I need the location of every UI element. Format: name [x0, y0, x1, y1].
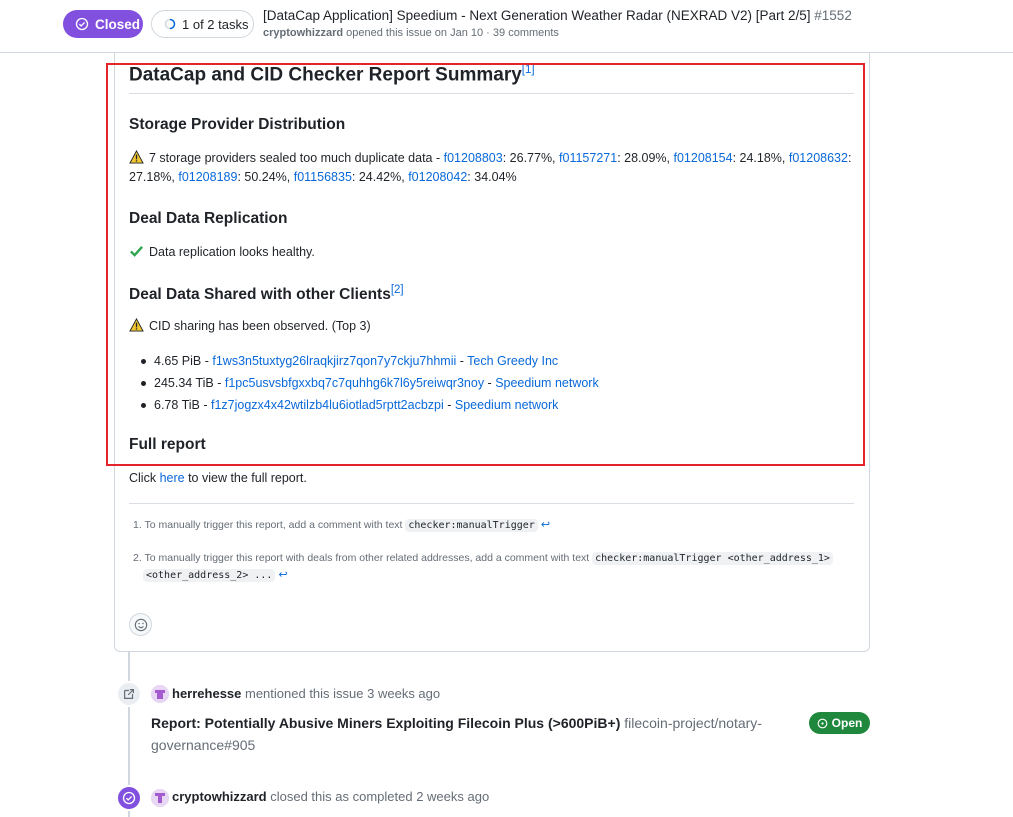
check-circle-icon	[122, 791, 136, 805]
shared-clients-heading: Deal Data Shared with other Clients[2]	[129, 284, 404, 304]
issue-title: [DataCap Application] Speedium - Next Ge…	[263, 8, 852, 23]
client-name-link[interactable]: Speedium network	[495, 376, 599, 390]
full-report-paragraph: Click here to view the full report.	[129, 469, 854, 488]
footnote-number: 1.	[133, 519, 142, 531]
progress-icon	[164, 18, 176, 30]
full-report-link[interactable]: here	[160, 471, 185, 485]
referenced-issue[interactable]: Report: Potentially Abusive Miners Explo…	[151, 712, 791, 756]
sp-warning-paragraph: 7 storage providers sealed too much dupl…	[129, 149, 854, 187]
footnote-backref[interactable]: ↩	[278, 569, 287, 581]
closed-text: closed this as completed 2 weeks ago	[266, 789, 490, 804]
replication-paragraph: Data replication looks healthy.	[129, 243, 854, 262]
provider-pct: : 34.04%	[467, 170, 517, 184]
mention-event-text: herrehesse mentioned this issue 3 weeks …	[172, 686, 440, 701]
client-name-link[interactable]: Tech Greedy Inc	[467, 354, 558, 368]
check-icon	[130, 246, 143, 257]
provider-link[interactable]: f01208189	[178, 170, 237, 184]
client-address-link[interactable]: f1pc5usvsbfgxxbq7c7quhhg6k7l6y5reiwqr3no…	[225, 376, 484, 390]
avatar[interactable]	[151, 685, 169, 703]
list-item: 6.78 TiB - f1z7jogzx4x42wtilzb4lu6iotlad…	[141, 394, 599, 416]
tasks-label: 1 of 2 tasks	[182, 16, 249, 32]
shared-clients-list: 4.65 PiB - f1ws3n5tuxtyg26lraqkjirz7qon7…	[141, 350, 599, 416]
mention-event-badge	[116, 681, 142, 707]
footnote-1: 1. To manually trigger this report, add …	[133, 517, 550, 534]
footnotes-divider	[129, 503, 854, 504]
avatar[interactable]	[151, 789, 169, 807]
footnote-backref[interactable]: ↩	[541, 519, 550, 531]
provider-pct: : 24.42%,	[351, 170, 409, 184]
replication-text: Data replication looks healthy.	[149, 245, 315, 259]
client-address-link[interactable]: f1z7jogzx4x42wtilzb4lu6iotlad5rptt2acbzp…	[211, 398, 444, 412]
warning-icon	[129, 150, 144, 164]
referenced-issue-title[interactable]: Report: Potentially Abusive Miners Explo…	[151, 715, 620, 731]
cross-reference-icon	[124, 689, 134, 699]
provider-pct: : 24.18%,	[732, 151, 789, 165]
open-issue-icon	[817, 718, 828, 728]
provider-link[interactable]: f01208154	[673, 151, 732, 165]
report-title-text: DataCap and CID Checker Report Summary	[129, 64, 522, 86]
open-state-badge: Open	[809, 712, 870, 734]
provider-link[interactable]: f01208042	[408, 170, 467, 184]
title-divider	[129, 93, 854, 94]
shared-size: 245.34 TiB -	[154, 376, 225, 390]
full-report-suffix: to view the full report.	[184, 471, 307, 485]
provider-link[interactable]: f01208632	[789, 151, 848, 165]
provider-link[interactable]: f01157271	[559, 151, 617, 165]
footnote-code: <other_address_2> ...	[143, 569, 276, 582]
issue-author[interactable]: cryptowhizzard	[263, 27, 343, 39]
provider-link[interactable]: f01208803	[444, 151, 503, 165]
shared-size: 4.65 PiB -	[154, 354, 213, 368]
smiley-icon	[134, 618, 147, 631]
closed-user[interactable]: cryptowhizzard	[172, 789, 267, 804]
footnote-text: To manually trigger this report with dea…	[144, 552, 593, 564]
sp-distribution-heading: Storage Provider Distribution	[129, 116, 346, 133]
provider-pct: 27.18%,	[129, 170, 179, 184]
separator: -	[484, 376, 496, 390]
list-item: 245.34 TiB - f1pc5usvsbfgxxbq7c7quhhg6k7…	[141, 372, 599, 394]
footnote-2: 2. To manually trigger this report with …	[133, 550, 853, 584]
state-label: Closed	[95, 16, 141, 32]
open-state-label: Open	[831, 716, 863, 730]
issue-meta: cryptowhizzard opened this issue on Jan …	[263, 27, 559, 39]
closed-event-text: cryptowhizzard closed this as completed …	[172, 789, 489, 804]
shared-warning-text: CID sharing has been observed. (Top 3)	[149, 319, 371, 333]
full-report-heading: Full report	[129, 436, 206, 453]
client-address-link[interactable]: f1ws3n5tuxtyg26lraqkjirz7qon7y7ckju7hhmi…	[212, 354, 456, 368]
report-title: DataCap and CID Checker Report Summary[1…	[129, 64, 535, 86]
warning-icon	[129, 318, 144, 332]
provider-link[interactable]: f01156835	[294, 170, 352, 184]
full-report-prefix: Click	[129, 471, 160, 485]
closed-event-badge	[116, 785, 142, 811]
add-reaction-button[interactable]	[129, 613, 152, 636]
replication-heading: Deal Data Replication	[129, 210, 288, 227]
sp-warning-text: 7 storage providers sealed too much dupl…	[149, 151, 444, 165]
footnote-text: To manually trigger this report, add a c…	[144, 519, 406, 531]
issue-number: #1552	[814, 8, 852, 23]
provider-pct: : 50.24%,	[237, 170, 294, 184]
sticky-issue-header: Closed 1 of 2 tasks [DataCap Application…	[0, 0, 1013, 53]
mention-user[interactable]: herrehesse	[172, 686, 241, 701]
client-name-link[interactable]: Speedium network	[455, 398, 559, 412]
shared-heading-text: Deal Data Shared with other Clients	[129, 286, 391, 304]
list-item: 4.65 PiB - f1ws3n5tuxtyg26lraqkjirz7qon7…	[141, 350, 599, 372]
provider-pct: : 26.77%,	[502, 151, 560, 165]
shared-warning-paragraph: CID sharing has been observed. (Top 3)	[129, 317, 854, 336]
footnote-code: checker:manualTrigger <other_address_1>	[592, 552, 833, 565]
footnote-number: 2.	[133, 552, 142, 564]
shared-size: 6.78 TiB -	[154, 398, 211, 412]
footnote-ref-1[interactable]: [1]	[522, 64, 535, 76]
issue-opened-text: opened this issue on Jan 10 · 39 comment…	[346, 27, 559, 39]
tasks-progress-pill[interactable]: 1 of 2 tasks	[151, 10, 254, 38]
footnote-ref-2[interactable]: [2]	[391, 284, 404, 296]
mention-text: mentioned this issue 3 weeks ago	[241, 686, 441, 701]
separator: -	[456, 354, 468, 368]
closed-state-badge: Closed	[63, 10, 143, 38]
footnote-code: checker:manualTrigger	[405, 519, 538, 532]
provider-pct: : 28.09%,	[617, 151, 674, 165]
separator: -	[443, 398, 455, 412]
issue-closed-icon	[75, 17, 89, 31]
provider-pct: :	[847, 151, 852, 165]
issue-title-text: [DataCap Application] Speedium - Next Ge…	[263, 8, 811, 23]
